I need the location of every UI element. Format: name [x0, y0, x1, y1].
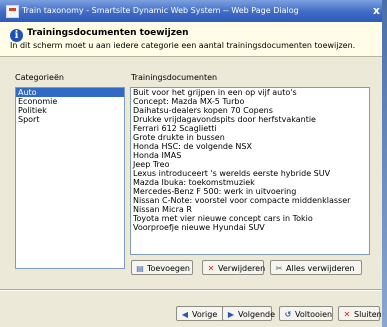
previous-button-label: Vorige [192, 310, 218, 319]
remove-button-label: Verwijderen [218, 264, 266, 273]
app-icon [6, 5, 19, 18]
category-item[interactable]: Economie [16, 97, 124, 106]
document-item[interactable]: Honda IMAS [131, 151, 369, 160]
info-description: In dit scherm moet u aan iedere categori… [10, 41, 356, 50]
close-icon: ✕ [343, 310, 351, 319]
document-item[interactable]: Honda HSC: de volgende NSX [131, 142, 369, 151]
document-item[interactable]: Buit voor het grijpen in een op vijf aut… [131, 88, 369, 97]
document-item[interactable]: Mercedes-Benz F 500: werk in uitvoering [131, 187, 369, 196]
finish-button[interactable]: ↺ Voltooien [279, 306, 333, 321]
add-button-label: Toevoegen [147, 264, 190, 273]
document-item[interactable]: Mazda Ibuka: toekomstmuziek [131, 178, 369, 187]
close-button[interactable]: ✕ Sluiten [338, 306, 382, 321]
close-window-button[interactable]: x [373, 4, 380, 17]
document-item[interactable]: Daihatsu-dealers kopen 70 Copens [131, 106, 369, 115]
add-icon: ▤ [136, 264, 144, 273]
categories-label: Categorieën [15, 73, 64, 82]
document-item[interactable]: Grote drukte in bussen [131, 133, 369, 142]
delete-all-icon: ✂ [275, 264, 283, 273]
delete-icon: ✕ [207, 264, 215, 273]
documents-listbox[interactable]: Buit voor het grijpen in een op vijf aut… [130, 87, 370, 255]
previous-button[interactable]: ◀ Vorige [176, 306, 224, 321]
category-item[interactable]: Politiek [16, 106, 124, 115]
document-item[interactable]: Concept: Mazda MX-5 Turbo [131, 97, 369, 106]
title-bar[interactable]: Train taxonomy - Smartsite Dynamic Web S… [0, 0, 382, 22]
remove-button[interactable]: ✕ Verwijderen [202, 260, 266, 275]
info-heading: Trainingsdocumenten toewijzen [27, 28, 189, 38]
documents-label: Trainingsdocumenten [131, 73, 218, 82]
add-button[interactable]: ▤ Toevoegen [131, 260, 193, 275]
next-button-label: Volgende [238, 310, 276, 319]
document-item[interactable]: Toyota met vier nieuwe concept cars in T… [131, 214, 369, 223]
dialog-window: Train taxonomy - Smartsite Dynamic Web S… [0, 0, 382, 327]
footer-separator [0, 289, 382, 291]
finish-button-label: Voltooien [295, 310, 333, 319]
remove-all-button-label: Alles verwijderen [286, 264, 355, 273]
arrow-left-icon: ◀ [181, 310, 189, 319]
arrow-right-icon: ▶ [227, 310, 235, 319]
close-button-label: Sluiten [354, 310, 382, 319]
document-item[interactable]: Nissan C-Note: voorstel voor compacte mi… [131, 196, 369, 205]
category-item[interactable]: Auto [16, 88, 124, 97]
next-button[interactable]: ▶ Volgende [222, 306, 276, 321]
finish-icon: ↺ [284, 310, 292, 319]
document-item[interactable]: Drukke vrijdagavondspits door herfstvaka… [131, 115, 369, 124]
document-item[interactable]: Ferrari 612 Scaglietti [131, 124, 369, 133]
document-item[interactable]: Lexus introduceert 's werelds eerste hyb… [131, 169, 369, 178]
info-panel: i Trainingsdocumenten toewijzen In dit s… [0, 22, 382, 57]
remove-all-button[interactable]: ✂ Alles verwijderen [270, 260, 362, 275]
window-title: Train taxonomy - Smartsite Dynamic Web S… [22, 6, 299, 15]
document-item[interactable]: Nissan Micra R [131, 205, 369, 214]
document-item[interactable]: Voorproefje nieuwe Hyundai SUV [131, 223, 369, 232]
categories-listbox[interactable]: Auto Economie Politiek Sport [15, 87, 125, 269]
document-item[interactable]: Jeep Treo [131, 160, 369, 169]
category-item[interactable]: Sport [16, 115, 124, 124]
